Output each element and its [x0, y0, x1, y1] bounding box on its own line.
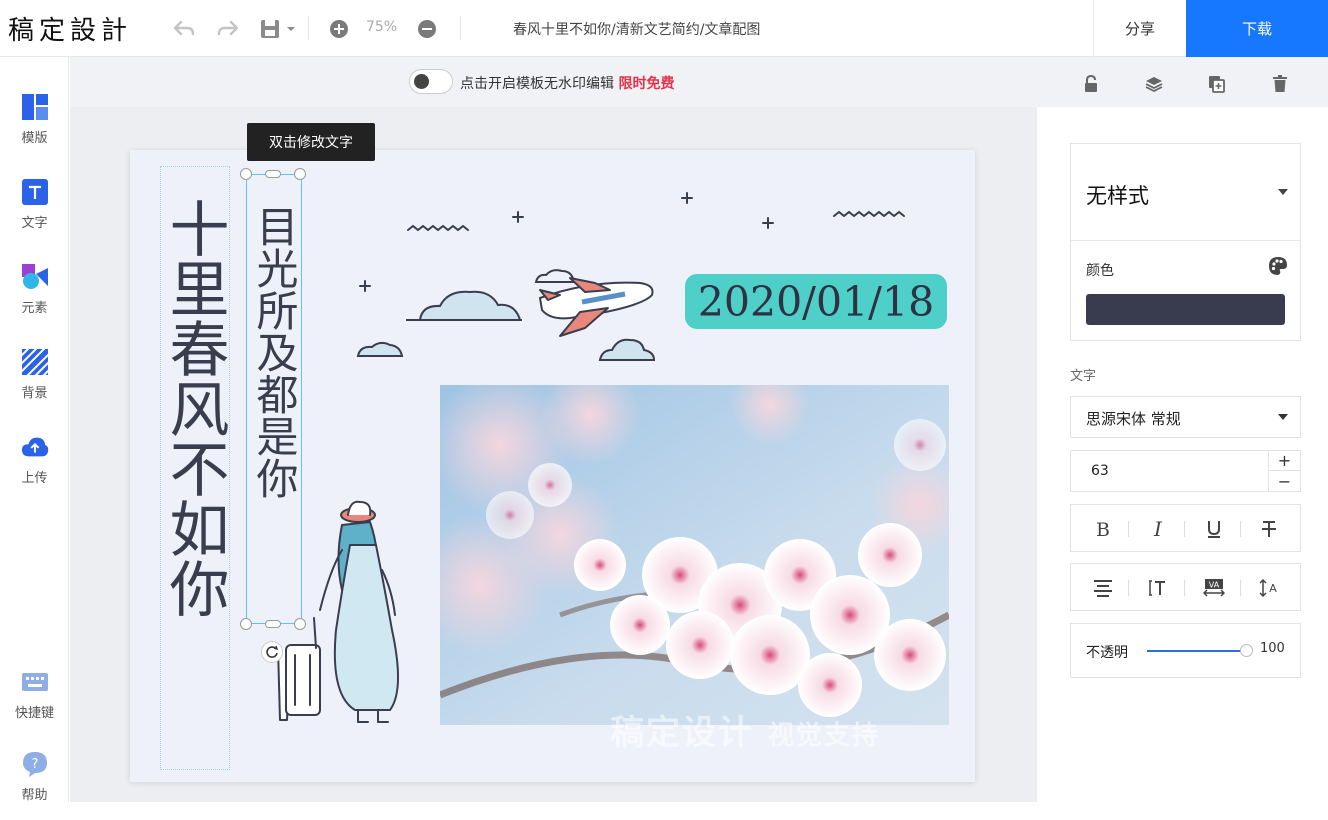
resize-handle-top-left[interactable]	[240, 168, 252, 180]
svg-text:I: I	[1153, 519, 1163, 539]
design-canvas[interactable]: 十里春风不如你 目光所及都是你 2020/01/18 稿定设计 视觉支持	[130, 150, 975, 782]
line-height-icon[interactable]: A	[1254, 573, 1284, 603]
font-size-value[interactable]: 63	[1091, 463, 1109, 479]
top-bar: 稿定設計 75% 春风十里不如你/清新文艺简约/文章配图 分享 下载	[0, 0, 1328, 57]
text-layout-toolbar: VA A	[1070, 563, 1301, 611]
strikethrough-icon[interactable]	[1254, 514, 1284, 544]
keyboard-icon	[21, 668, 49, 696]
document-title[interactable]: 春风十里不如你/清新文艺简约/文章配图	[513, 19, 760, 39]
caret-down-icon	[1278, 414, 1288, 420]
font-size-stepper[interactable]: 63 + −	[1070, 450, 1301, 492]
delete-icon[interactable]	[1270, 74, 1290, 94]
watermark-notice: 点击开启模板无水印编辑 限时免费	[460, 73, 674, 93]
share-button[interactable]: 分享	[1093, 0, 1186, 57]
color-swatch[interactable]	[1086, 294, 1285, 325]
sidebar-item-template[interactable]: 模版	[0, 93, 69, 163]
svg-text:B: B	[1096, 519, 1110, 539]
free-badge[interactable]: 限时免费	[618, 76, 674, 92]
stepper-buttons: + −	[1268, 451, 1300, 491]
background-icon	[21, 348, 49, 376]
opacity-slider-thumb[interactable]	[1240, 644, 1253, 657]
edit-text-tooltip: 双击修改文字	[247, 123, 375, 161]
properties-panel: 无样式 颜色 文字 思源宋体 常规 63 + − B I VA A 不透明 10…	[1037, 107, 1328, 802]
underline-icon[interactable]	[1199, 514, 1229, 544]
sidebar-item-text[interactable]: 文字	[0, 178, 69, 248]
text-format-toolbar: B I	[1070, 504, 1301, 552]
svg-text:A: A	[1269, 582, 1277, 595]
rotate-icon[interactable]	[261, 641, 283, 663]
photo-watermark: 稿定设计 视觉支持	[610, 713, 880, 753]
element-icon	[21, 263, 49, 291]
redo-icon[interactable]	[215, 16, 241, 42]
svg-text:VA: VA	[1209, 581, 1220, 590]
selection-box[interactable]	[246, 174, 302, 624]
resize-handle-bottom-right[interactable]	[294, 618, 306, 630]
canvas-toolbar: 点击开启模板无水印编辑 限时免费	[70, 57, 1037, 107]
duplicate-icon[interactable]	[1207, 74, 1227, 94]
opacity-label: 不透明	[1086, 645, 1128, 661]
font-name: 思源宋体 常规	[1086, 410, 1181, 428]
resize-handle-bottom[interactable]	[265, 620, 281, 628]
increase-size-button[interactable]: +	[1269, 451, 1300, 471]
sidebar-item-shortcuts[interactable]: 快捷键	[0, 668, 69, 738]
date-badge[interactable]: 2020/01/18	[685, 274, 947, 329]
help-icon: ?	[21, 750, 49, 778]
text-section-label: 文字	[1070, 369, 1097, 384]
letter-spacing-icon[interactable]: VA	[1199, 573, 1229, 603]
sidebar-item-background[interactable]: 背景	[0, 348, 69, 418]
text-style-selector: 无样式 颜色	[1070, 143, 1301, 341]
decrease-size-button[interactable]: −	[1269, 471, 1300, 491]
text-direction-icon[interactable]	[1143, 573, 1173, 603]
layers-icon[interactable]	[1144, 74, 1164, 94]
opacity-value: 100	[1260, 641, 1285, 656]
sidebar-item-element[interactable]: 元素	[0, 263, 69, 333]
chevron-down-icon[interactable]	[1278, 189, 1288, 195]
palette-icon[interactable]	[1268, 256, 1288, 280]
lock-icon[interactable]	[1081, 74, 1101, 94]
font-family-select[interactable]: 思源宋体 常规	[1070, 396, 1301, 438]
download-button[interactable]: 下载	[1186, 0, 1328, 57]
save-icon[interactable]	[258, 16, 300, 42]
bold-icon[interactable]: B	[1088, 514, 1118, 544]
resize-handle-bottom-left[interactable]	[240, 618, 252, 630]
zoom-level: 75%	[366, 19, 398, 35]
zoom-out-icon[interactable]	[414, 16, 440, 42]
color-label: 颜色	[1086, 263, 1114, 279]
upload-icon	[21, 433, 49, 461]
text-icon	[21, 178, 49, 206]
watermark-text: 点击开启模板无水印编辑	[460, 76, 614, 92]
app-logo[interactable]: 稿定設計	[8, 10, 132, 47]
undo-icon[interactable]	[171, 16, 197, 42]
svg-text:?: ?	[31, 757, 38, 772]
opacity-control: 不透明 100	[1070, 623, 1301, 678]
template-icon	[21, 93, 49, 121]
align-icon[interactable]	[1088, 573, 1118, 603]
cherry-blossom-photo[interactable]	[440, 385, 949, 725]
watermark-toggle[interactable]	[409, 69, 453, 94]
left-sidebar: 模版 文字 元素 背景 上传 快捷键 ? 帮助	[0, 57, 69, 803]
sidebar-item-help[interactable]: ? 帮助	[0, 750, 69, 820]
sidebar-item-upload[interactable]: 上传	[0, 433, 69, 503]
opacity-slider-track[interactable]	[1147, 650, 1247, 652]
style-name[interactable]: 无样式	[1086, 180, 1149, 210]
divider	[1071, 240, 1300, 241]
zoom-in-icon[interactable]	[326, 16, 352, 42]
big-title-text[interactable]: 十里春风不如你	[159, 198, 230, 618]
resize-handle-top[interactable]	[265, 170, 281, 178]
italic-icon[interactable]: I	[1143, 514, 1173, 544]
element-toolbar	[1037, 57, 1328, 107]
resize-handle-top-right[interactable]	[294, 168, 306, 180]
